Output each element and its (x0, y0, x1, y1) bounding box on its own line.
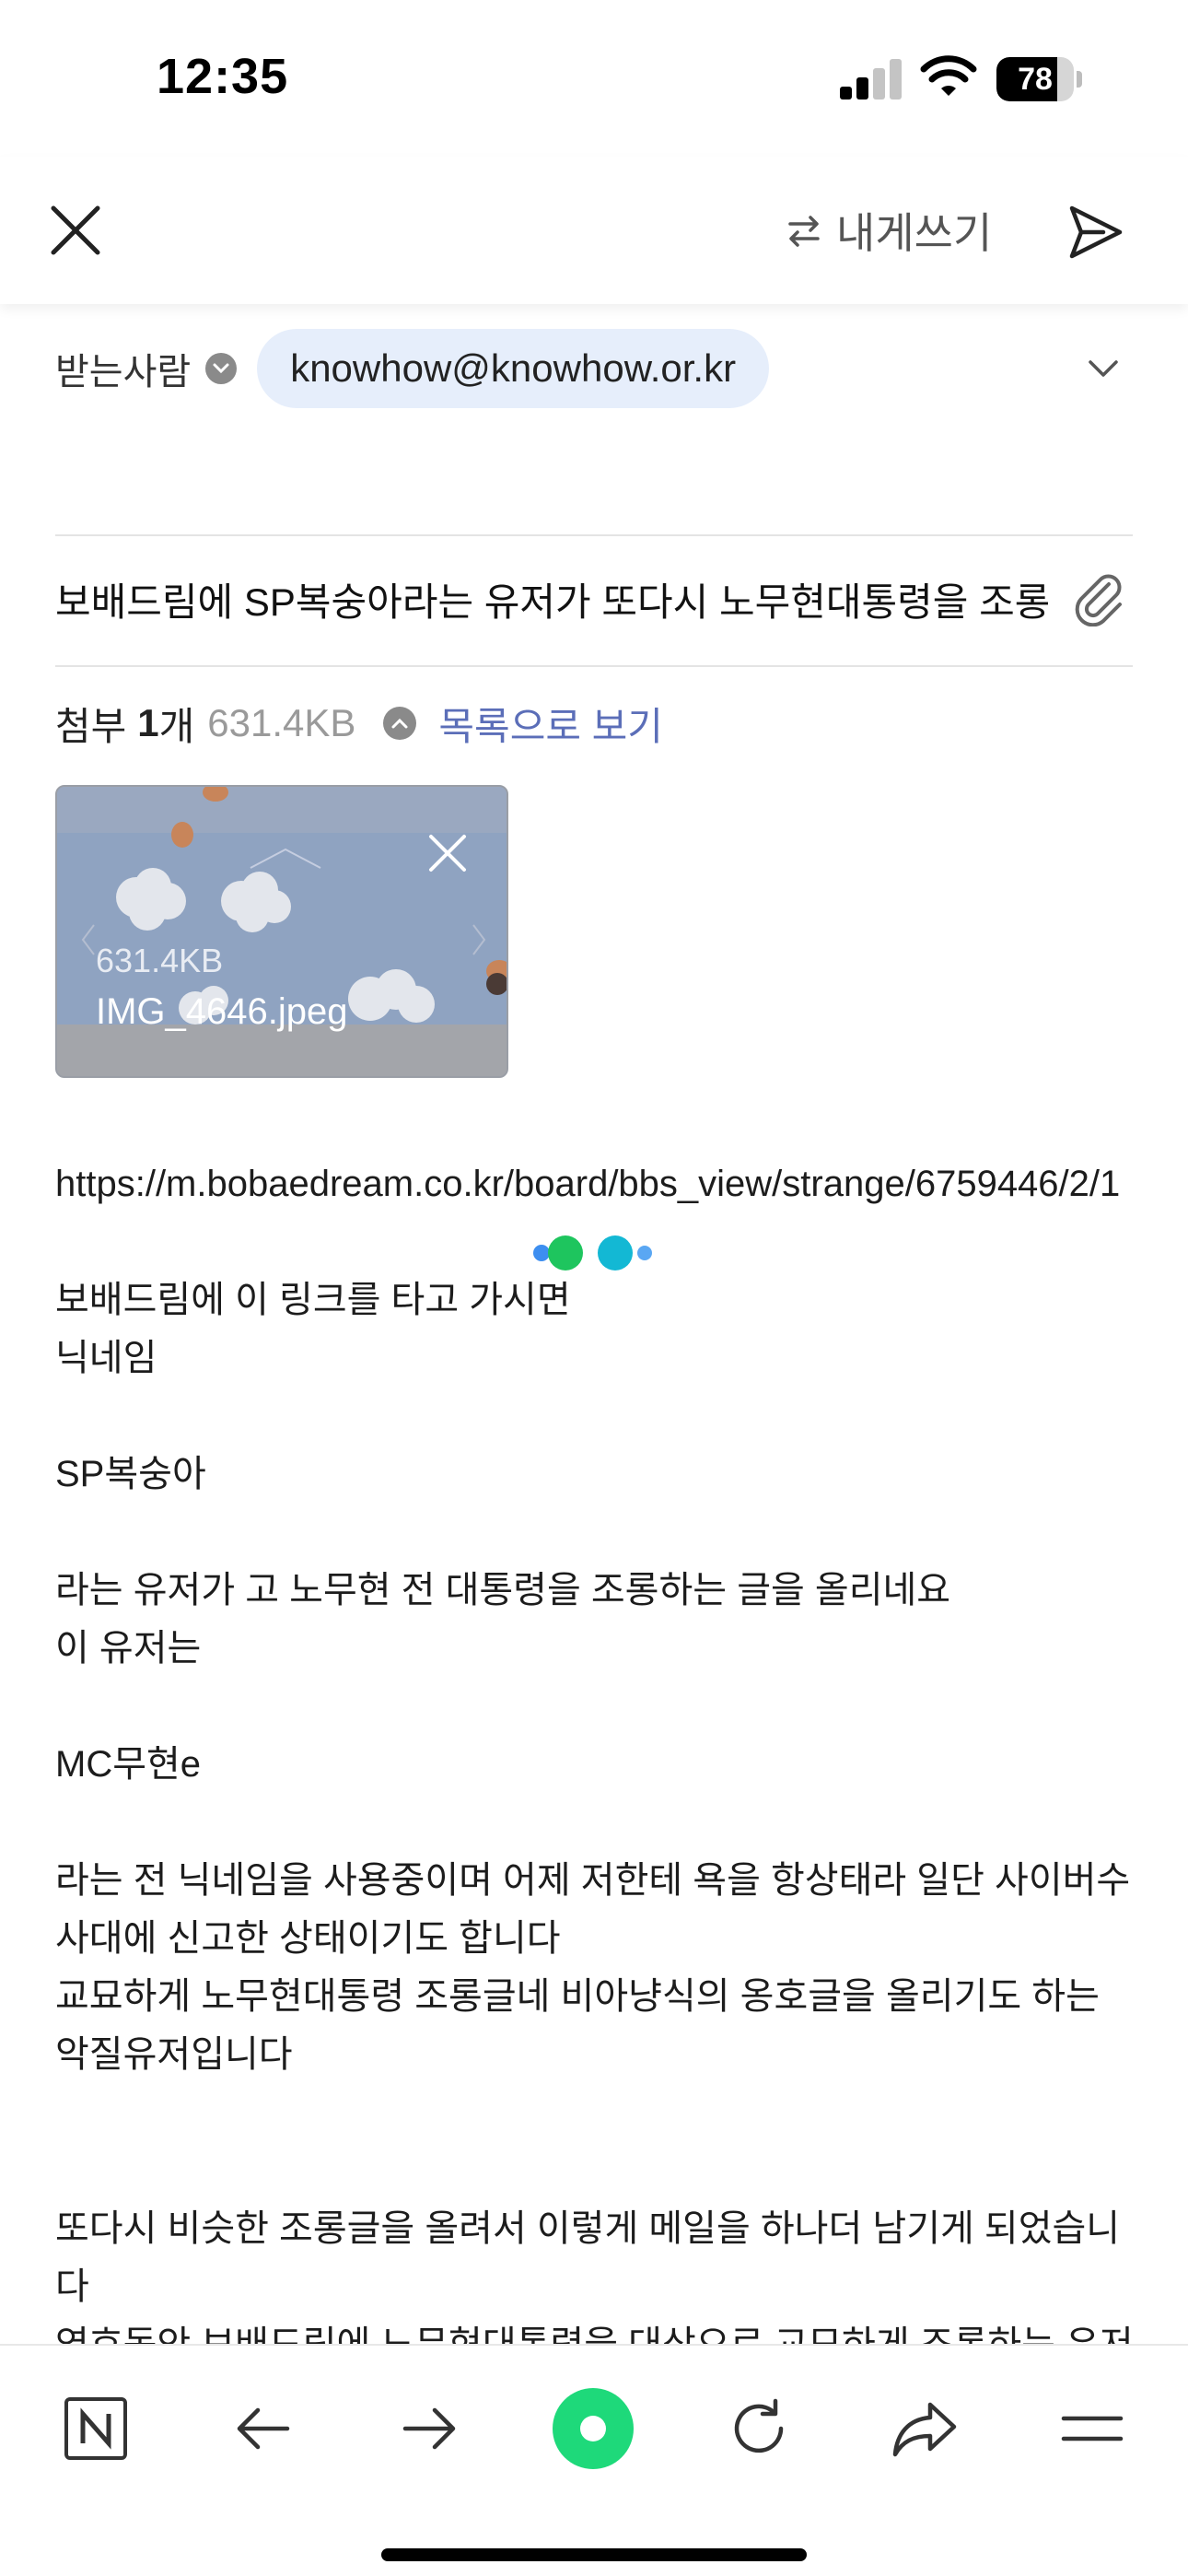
battery-level: 78 (1018, 62, 1053, 97)
close-icon (51, 205, 100, 255)
attachment-total-size: 631.4KB (207, 701, 356, 744)
green-dot-icon (553, 2388, 634, 2469)
subject-text[interactable]: 보배드림에 SP복숭아라는 유저가 또다시 노무현대통령을 조롱 (55, 571, 1048, 627)
body-line (55, 2142, 1142, 2200)
forward-button[interactable] (385, 2384, 473, 2473)
subject-field[interactable]: 보배드림에 SP복숭아라는 유저가 또다시 노무현대통령을 조롱 (55, 551, 1133, 643)
self-write-label: 내게쓰기 (836, 209, 993, 257)
back-button[interactable] (219, 2384, 308, 2473)
naver-n-icon (64, 2397, 127, 2460)
body-line: https://m.bobaedream.co.kr/board/bbs_vie… (55, 1164, 1121, 1204)
send-button[interactable] (1059, 197, 1133, 267)
body-line: 보배드림에 이 링크를 타고 가시면 (55, 1280, 571, 1320)
body-line (55, 1678, 1142, 1736)
menu-button[interactable] (1048, 2384, 1136, 2473)
attachment-thumbnail[interactable]: 631.4KB IMG_4646.jpeg (55, 785, 508, 1078)
body-line (55, 1388, 1142, 1446)
attachment-preview-image (57, 787, 507, 1025)
body-line: MC무현e (55, 1744, 202, 1785)
attachment-label: 첨부 (55, 704, 127, 748)
body-line: 이 유저는 (55, 1628, 202, 1669)
swap-arrows-icon (788, 216, 820, 247)
forward-arrow-icon (402, 2407, 456, 2450)
status-bar: 12:35 78 (0, 0, 1188, 157)
attachment-info: 첨부 1 개 631.4KB 목록으로 보기 (55, 693, 663, 754)
recipient-options-icon[interactable] (205, 353, 238, 384)
body-line: SP복숭아 (55, 1454, 206, 1494)
share-icon (892, 2402, 957, 2457)
body-line (55, 1504, 1142, 1562)
divider (55, 665, 1133, 667)
body-line: 교묘하게 노무현대통령 조롱글네 비아냥식의 옹호글을 올리기도 하는 악질유저… (55, 1976, 1111, 2075)
recipient-label: 받는사람 (55, 352, 192, 392)
share-button[interactable] (880, 2384, 969, 2473)
body-line (55, 2084, 1142, 2142)
attachment-size: 631.4KB (96, 942, 224, 979)
browser-toolbar (0, 2344, 1188, 2576)
chevron-down-icon[interactable] (1083, 348, 1124, 389)
message-body[interactable]: https://m.bobaedream.co.kr/board/bbs_vie… (55, 1155, 1142, 2432)
naver-home-button[interactable] (52, 2384, 140, 2473)
body-line: 라는 전 닉네임을 사용중이며 어제 저한테 욕을 항상태라 일단 사이버수사대… (55, 1860, 1131, 1959)
back-arrow-icon (237, 2407, 290, 2450)
self-write-button[interactable]: 내게쓰기 (785, 199, 992, 262)
compose-header: 내게쓰기 (0, 157, 1188, 304)
view-list-link[interactable]: 목록으로 보기 (438, 696, 663, 752)
loading-dots-icon (533, 1235, 652, 1270)
close-button[interactable] (41, 195, 111, 265)
attachment-count-unit: 개 (158, 704, 195, 748)
divider (55, 534, 1133, 536)
attachment-count: 1 (137, 701, 159, 744)
body-line: 닉네임 (55, 1338, 157, 1378)
body-line: 라는 유저가 고 노무현 전 대통령을 조롱하는 글을 올리네요 (55, 1570, 951, 1610)
refresh-icon (734, 2398, 784, 2453)
body-line (55, 1794, 1142, 1852)
attachment-filename: IMG_4646.jpeg (96, 991, 348, 1032)
send-icon (1069, 205, 1123, 259)
menu-icon (1061, 2416, 1124, 2441)
paperclip-icon[interactable] (1072, 571, 1127, 626)
battery-icon: 78 (996, 57, 1082, 101)
green-dot-button[interactable] (549, 2384, 637, 2473)
home-indicator (381, 2548, 807, 2561)
remove-attachment-icon[interactable] (424, 829, 472, 877)
status-time: 12:35 (157, 49, 289, 104)
cellular-signal-icon (840, 59, 904, 100)
wifi-icon (920, 55, 977, 96)
body-line: 또다시 비슷한 조롱글을 올려서 이렇게 메일을 하나더 남기게 되었습니다 (55, 2208, 1121, 2307)
refresh-button[interactable] (715, 2384, 803, 2473)
recipient-chip[interactable]: knowhow@knowhow.or.kr (257, 329, 770, 408)
chevron-up-icon[interactable] (383, 707, 417, 740)
recipient-row: 받는사람 knowhow@knowhow.or.kr (55, 324, 1133, 413)
